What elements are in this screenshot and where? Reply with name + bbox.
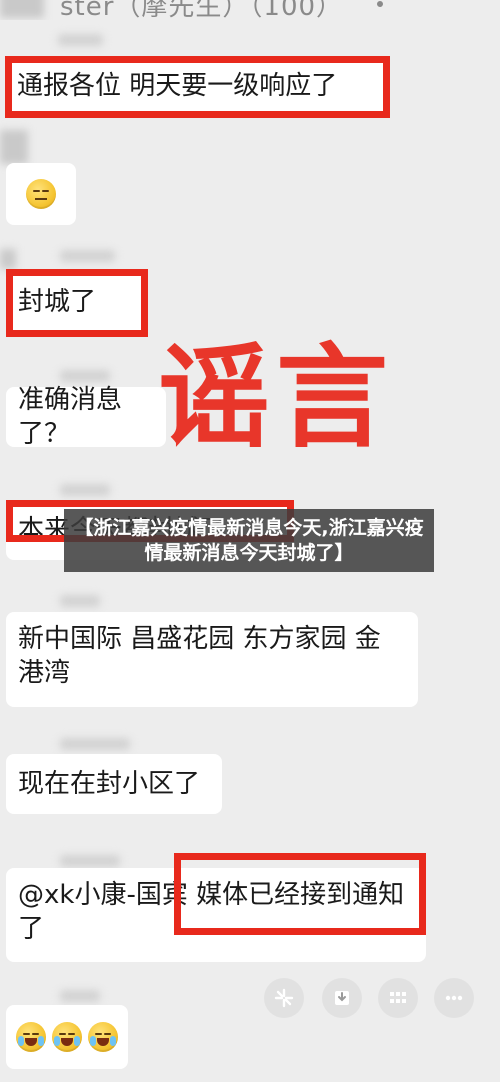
more-icon[interactable]: [434, 978, 474, 1018]
sender-name: [60, 990, 100, 1002]
message-bubble[interactable]: 新中国际 昌盛花园 东方家园 金港湾: [6, 612, 418, 707]
message-bubble[interactable]: 现在在封小区了: [6, 754, 222, 814]
rumor-stamp: 谣言: [158, 333, 394, 463]
message-text: @xk小康-国宾 媒体已经接到通知了: [18, 880, 405, 944]
avatar: [0, 130, 28, 164]
sparkle-icon[interactable]: [264, 978, 304, 1018]
caption-text: 【浙江嘉兴疫情最新消息今天,浙江嘉兴疫情最新消息今天封城了】: [74, 516, 424, 564]
sender-name: [60, 484, 110, 496]
avatar: [0, 249, 16, 269]
message-text: 准确消息了？: [18, 385, 123, 449]
crying-laughing-emoji: [88, 1022, 118, 1052]
sender-name: [60, 855, 120, 867]
chat-header: ster（摩先生）（100）: [0, 0, 500, 20]
grid-icon[interactable]: [378, 978, 418, 1018]
sender-name: [60, 738, 130, 750]
chat-title: ster（摩先生）（100）: [60, 0, 344, 20]
emoji-bubble[interactable]: [6, 1005, 128, 1069]
message-text: 现在在封小区了: [18, 769, 201, 799]
avatar: [0, 0, 44, 18]
more-icon[interactable]: [370, 0, 390, 20]
message-bubble[interactable]: 封城了: [6, 269, 146, 335]
download-icon[interactable]: [322, 978, 362, 1018]
emoji-bubble[interactable]: [6, 163, 76, 225]
message-text: 封城了: [18, 287, 97, 317]
message-bubble[interactable]: @xk小康-国宾 媒体已经接到通知了: [6, 868, 426, 962]
message-bubble[interactable]: 准确消息了？: [6, 385, 166, 449]
message-bubble[interactable]: 通报各位 明天要一级响应了: [5, 56, 385, 116]
message-text: 通报各位 明天要一级响应了: [17, 71, 338, 101]
sleepy-face-emoji: [26, 179, 56, 209]
sender-name: [60, 370, 110, 382]
sender-name: [60, 595, 100, 607]
message-text: 新中国际 昌盛花园 东方家园 金港湾: [18, 624, 381, 688]
crying-laughing-emoji: [16, 1022, 46, 1052]
sender-name: [60, 250, 115, 262]
caption-banner: 【浙江嘉兴疫情最新消息今天,浙江嘉兴疫情最新消息今天封城了】: [64, 509, 434, 572]
crying-laughing-emoji: [52, 1022, 82, 1052]
sender-name: [58, 34, 103, 46]
